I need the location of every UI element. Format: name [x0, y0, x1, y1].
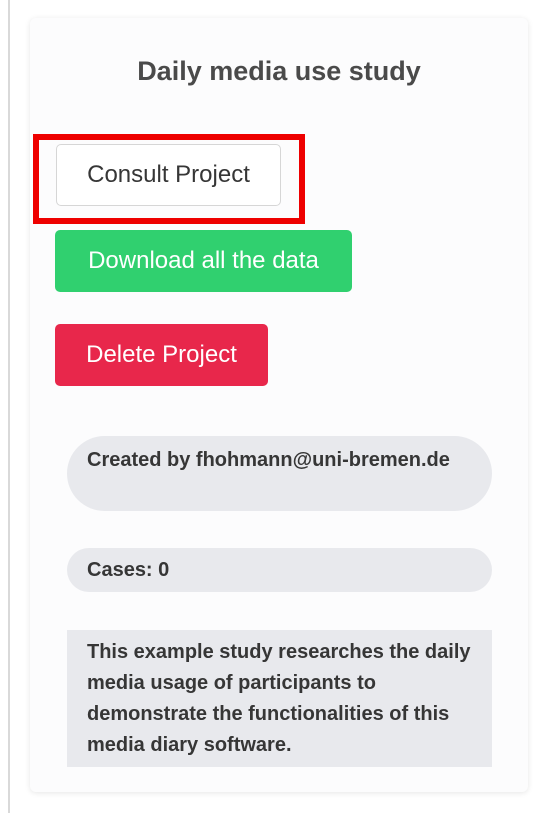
- project-title: Daily media use study: [137, 56, 421, 86]
- project-card: Daily media use study Consult Project Do…: [30, 18, 528, 792]
- window-edge: [8, 0, 10, 813]
- cases-count-badge: Cases: 0: [67, 548, 492, 592]
- project-description: This example study researches the daily …: [67, 630, 492, 767]
- created-by-badge: Created by fhohmann@uni-bremen.de: [67, 436, 492, 511]
- download-data-button[interactable]: Download all the data: [55, 230, 352, 292]
- consult-project-button[interactable]: Consult Project: [56, 144, 281, 206]
- delete-project-button[interactable]: Delete Project: [55, 324, 268, 386]
